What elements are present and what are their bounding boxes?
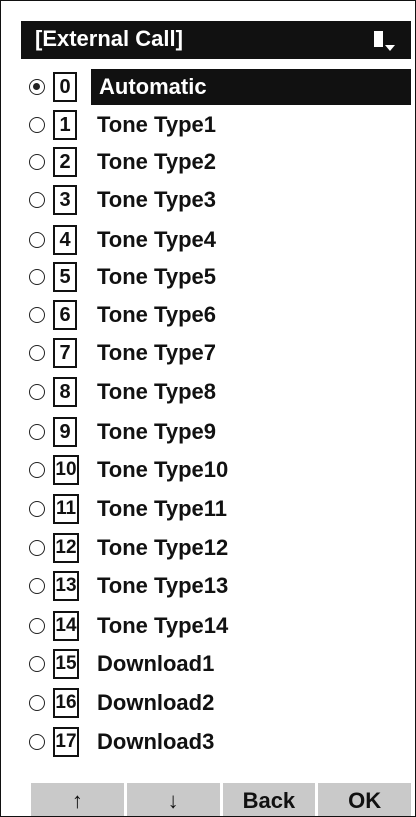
option-number-key: 2 xyxy=(53,147,77,177)
option-label: Tone Type13 xyxy=(97,573,229,598)
option-row[interactable]: 7 Tone Type7 xyxy=(1,335,415,371)
radio-button-icon[interactable] xyxy=(29,734,45,750)
radio-button-icon[interactable] xyxy=(29,578,45,594)
option-row[interactable]: 3 Tone Type3 xyxy=(1,182,415,218)
option-row[interactable]: 11 Tone Type11 xyxy=(1,491,415,527)
radio-button-icon[interactable] xyxy=(29,154,45,170)
option-row[interactable]: 10 Tone Type10 xyxy=(1,452,415,488)
option-row[interactable]: 8 Tone Type8 xyxy=(1,374,415,410)
radio-button-icon[interactable] xyxy=(29,618,45,634)
option-number-key: 12 xyxy=(53,533,79,563)
option-number-key: 1 xyxy=(53,110,77,140)
radio-button-icon[interactable] xyxy=(29,232,45,248)
ok-softkey[interactable]: OK xyxy=(318,783,411,816)
option-row[interactable]: 14 Tone Type14 xyxy=(1,608,415,644)
option-row[interactable]: 13 Tone Type13 xyxy=(1,568,415,604)
radio-button-icon[interactable] xyxy=(29,695,45,711)
option-number-key: 8 xyxy=(53,377,77,407)
radio-button-icon[interactable] xyxy=(29,79,45,95)
option-label: Tone Type9 xyxy=(97,419,216,444)
option-label: Download3 xyxy=(97,729,215,754)
option-label: Tone Type8 xyxy=(97,379,216,404)
option-number-key: 15 xyxy=(53,649,79,679)
screen-title: [External Call] xyxy=(35,26,183,51)
option-label: Tone Type12 xyxy=(97,535,229,560)
option-number-key: 9 xyxy=(53,417,77,447)
option-number-key: 0 xyxy=(53,72,77,102)
softkey-bar: ↑ ↓ Back OK xyxy=(31,783,411,816)
option-number-key: 6 xyxy=(53,300,77,330)
option-label: Tone Type6 xyxy=(97,302,216,327)
radio-button-icon[interactable] xyxy=(29,656,45,672)
option-label: Automatic xyxy=(91,69,411,105)
option-label: Tone Type14 xyxy=(97,613,229,638)
option-row[interactable]: 4 Tone Type4 xyxy=(1,222,415,258)
radio-button-icon[interactable] xyxy=(29,117,45,133)
radio-button-icon[interactable] xyxy=(29,384,45,400)
option-number-key: 5 xyxy=(53,262,77,292)
radio-button-icon[interactable] xyxy=(29,307,45,323)
option-label: Tone Type11 xyxy=(97,496,228,521)
option-label: Tone Type1 xyxy=(97,112,216,137)
option-row[interactable]: 17 Download3 xyxy=(1,724,415,760)
radio-button-icon[interactable] xyxy=(29,424,45,440)
title-bar: [External Call] xyxy=(21,21,411,59)
option-row[interactable]: 1 Tone Type1 xyxy=(1,107,415,143)
radio-button-icon[interactable] xyxy=(29,192,45,208)
phone-display: [External Call] 0 Automatic 1 Tone Type1 2 To… xyxy=(0,0,416,817)
scroll-down-softkey[interactable]: ↓ xyxy=(126,783,220,816)
option-label: Download2 xyxy=(97,690,215,715)
option-number-key: 14 xyxy=(53,611,79,641)
option-label: Tone Type10 xyxy=(97,457,229,482)
back-softkey[interactable]: Back xyxy=(222,783,316,816)
option-number-key: 4 xyxy=(53,225,77,255)
scroll-up-softkey[interactable]: ↑ xyxy=(31,783,124,816)
option-label: Tone Type4 xyxy=(97,227,216,252)
option-number-key: 3 xyxy=(53,185,77,215)
option-row[interactable]: 6 Tone Type6 xyxy=(1,297,415,333)
option-number-key: 11 xyxy=(53,494,79,524)
scroll-indicator-icon xyxy=(374,31,395,51)
radio-button-icon[interactable] xyxy=(29,501,45,517)
option-label: Download1 xyxy=(97,651,215,676)
option-number-key: 16 xyxy=(53,688,79,718)
option-number-key: 7 xyxy=(53,338,77,368)
radio-button-icon[interactable] xyxy=(29,462,45,478)
radio-button-icon[interactable] xyxy=(29,269,45,285)
option-number-key: 17 xyxy=(53,727,79,757)
option-number-key: 10 xyxy=(53,455,79,485)
radio-button-icon[interactable] xyxy=(29,345,45,361)
option-label: Tone Type5 xyxy=(97,264,216,289)
option-row[interactable]: 15 Download1 xyxy=(1,646,415,682)
option-row[interactable]: 0 Automatic xyxy=(1,69,415,105)
radio-button-icon[interactable] xyxy=(29,540,45,556)
option-row[interactable]: 9 Tone Type9 xyxy=(1,414,415,450)
option-row[interactable]: 16 Download2 xyxy=(1,685,415,721)
option-label: Tone Type2 xyxy=(97,149,216,174)
option-row[interactable]: 12 Tone Type12 xyxy=(1,530,415,566)
option-label: Tone Type3 xyxy=(97,187,216,212)
option-row[interactable]: 5 Tone Type5 xyxy=(1,259,415,295)
option-row[interactable]: 2 Tone Type2 xyxy=(1,144,415,180)
option-label: Tone Type7 xyxy=(97,340,216,365)
option-number-key: 13 xyxy=(53,571,79,601)
